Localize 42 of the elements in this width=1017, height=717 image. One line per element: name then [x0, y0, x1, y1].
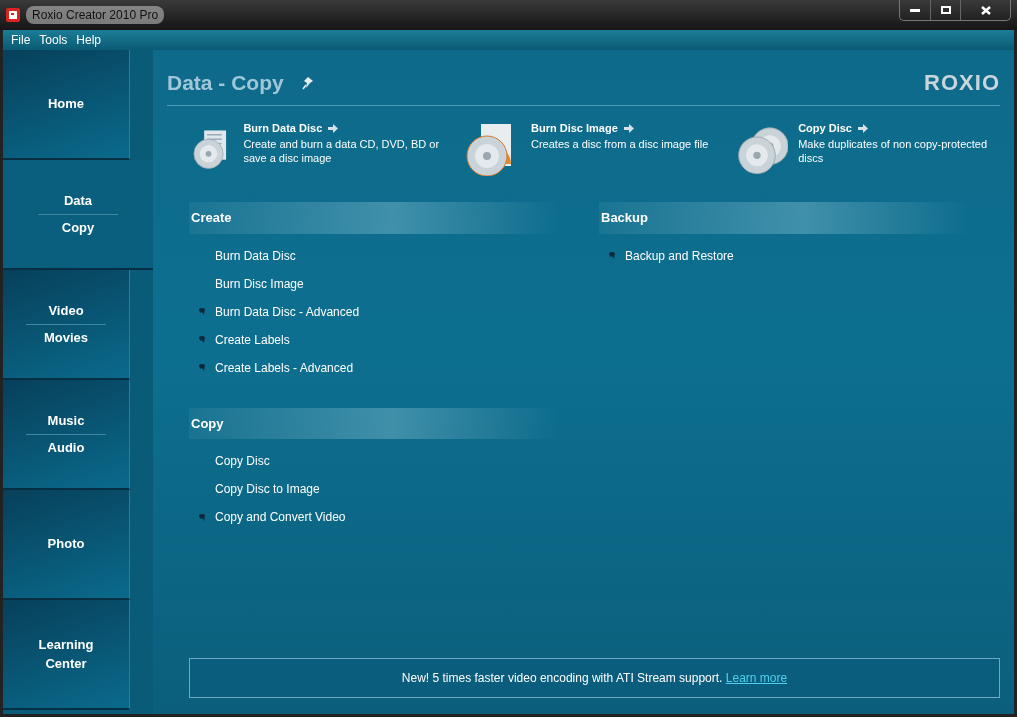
- arrow-icon: [623, 123, 634, 133]
- learn-more-link[interactable]: Learn more: [725, 671, 788, 685]
- brand-logo: ROXIO: [924, 69, 1000, 97]
- menu-item[interactable]: Help: [76, 31, 102, 49]
- app-logo-icon: [6, 8, 20, 22]
- sidebar-tab[interactable]: Photo: [3, 490, 130, 600]
- menu-item[interactable]: Tools: [39, 31, 68, 49]
- window-title: Roxio Creator 2010 Pro: [26, 6, 165, 24]
- task-link[interactable]: Copy Disc: [215, 452, 270, 470]
- sidebar-tab[interactable]: Home: [3, 50, 130, 160]
- feature-description: Creates a disc from a disc image file: [531, 136, 709, 151]
- task-link[interactable]: Create Labels: [215, 330, 290, 349]
- task-link[interactable]: Backup and Restore: [625, 246, 734, 265]
- banner-text: New! 5 times faster video encoding with ATI Stream support.: [401, 671, 723, 685]
- task-link[interactable]: Burn Data Disc - Advanced: [215, 302, 360, 321]
- task-link[interactable]: Create Labels - Advanced: [215, 358, 354, 377]
- page-title: Data - Copy: [167, 69, 284, 96]
- feature-link[interactable]: Burn Disc Image: [531, 120, 618, 137]
- sidebar-tab[interactable]: Data Copy: [3, 160, 153, 270]
- arrow-icon: [328, 123, 339, 133]
- curl-icon: [198, 335, 206, 344]
- curl-icon: [608, 251, 616, 260]
- maximize-icon: [940, 6, 951, 14]
- sidebar-tab[interactable]: Music Audio: [3, 380, 130, 490]
- curl-icon: [198, 307, 206, 316]
- task-link[interactable]: Burn Disc Image: [215, 274, 304, 293]
- minimize-icon: [910, 8, 920, 12]
- sidebar-tab[interactable]: Learning Center: [3, 600, 130, 710]
- sidebar-tab[interactable]: Video Movies: [3, 270, 130, 380]
- arrow-icon: [857, 123, 868, 133]
- feature-link[interactable]: Copy Disc: [798, 120, 852, 137]
- feature-link[interactable]: Burn Data Disc: [243, 120, 323, 137]
- curl-icon: [198, 363, 206, 372]
- feature-description: Create and burn a data CD, DVD, BD or save a disc image: [243, 136, 441, 165]
- curl-icon: [198, 512, 206, 522]
- task-link[interactable]: Copy Disc to Image: [215, 480, 320, 498]
- task-link[interactable]: Copy and Convert Video: [215, 508, 346, 526]
- feature-description: Make duplicates of non copy-protected discs: [798, 136, 989, 165]
- menu-item[interactable]: File: [11, 31, 31, 49]
- pin-icon[interactable]: [301, 75, 314, 90]
- close-icon: [980, 5, 991, 15]
- task-link[interactable]: Burn Data Disc: [215, 246, 296, 265]
